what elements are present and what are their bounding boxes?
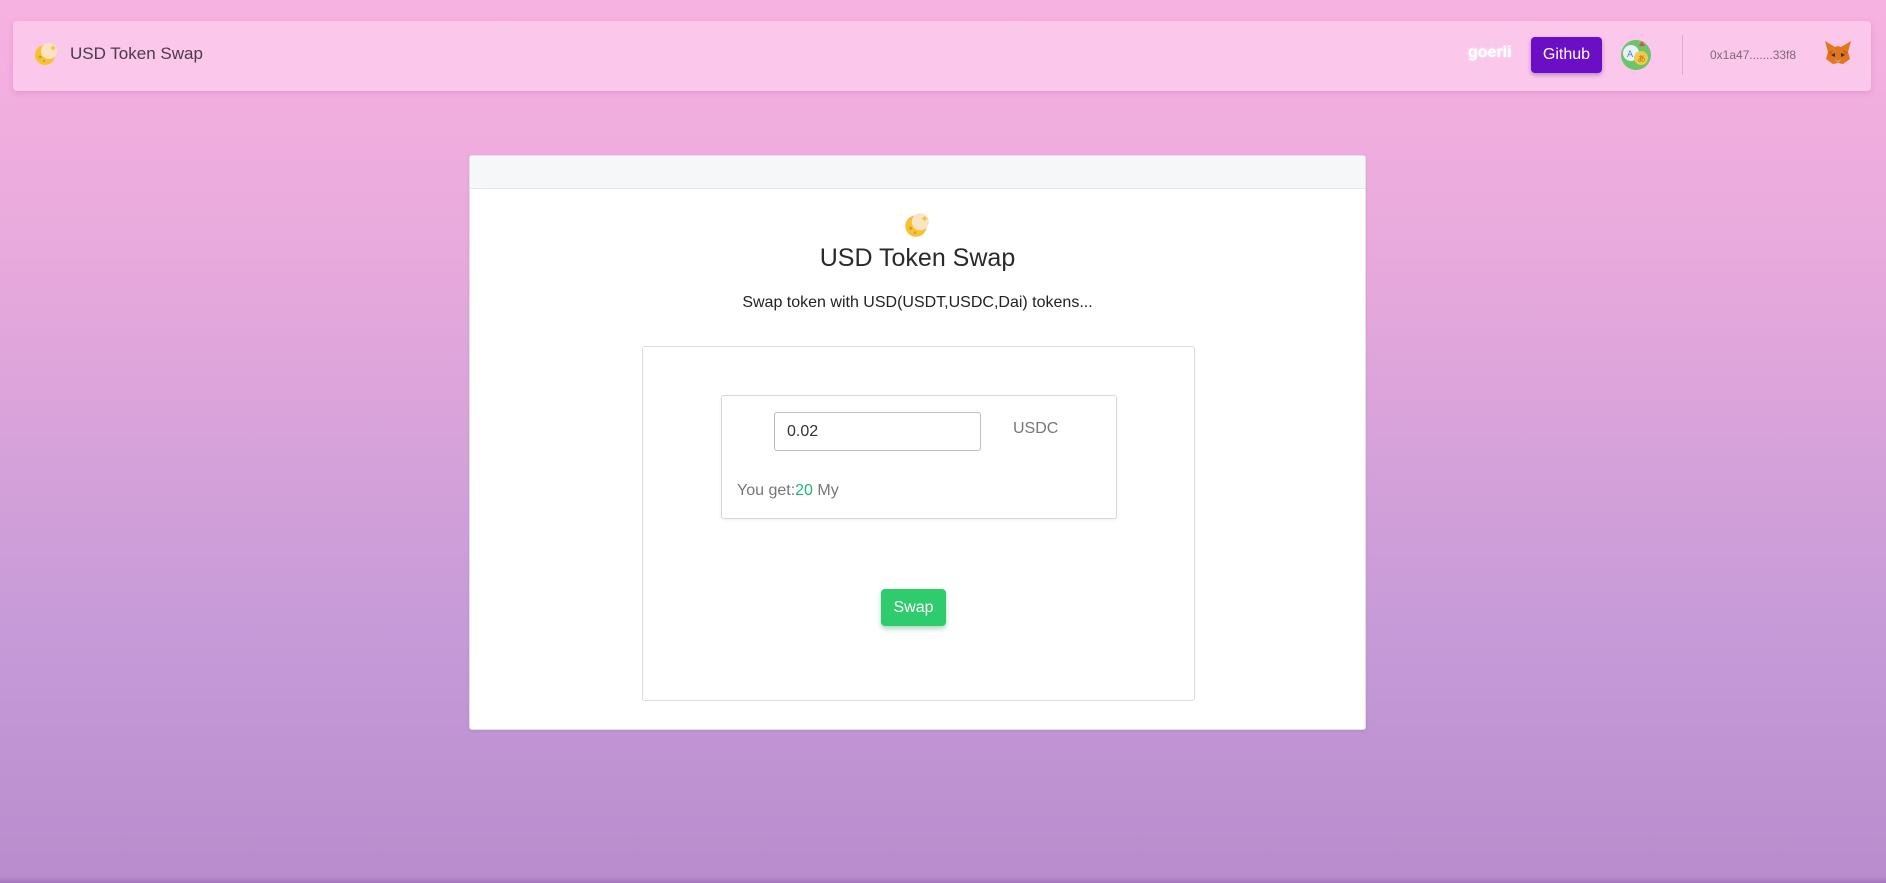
brand-title: USD Token Swap [70, 44, 203, 63]
page-title: USD Token Swap [819, 244, 1016, 272]
token-label: USDC [1013, 420, 1059, 437]
nav-divider [1682, 35, 1683, 75]
swap-card: USD Token Swap Swap token with USD(USDT,… [469, 155, 1366, 730]
translate-icon[interactable]: A あ [1620, 39, 1652, 71]
top-navbar: USD Token Swap goerli Github A あ 0x1a47.… [13, 21, 1871, 91]
moon-logo-icon [35, 43, 57, 65]
amount-box: USDC You get:20 My [721, 395, 1117, 519]
you-get-amount: 20 [795, 482, 813, 499]
moon-logo-icon [905, 213, 929, 237]
swap-button[interactable]: Swap [881, 589, 946, 626]
svg-text:A: A [1627, 50, 1634, 60]
github-button[interactable]: Github [1531, 37, 1602, 73]
card-header [470, 156, 1365, 189]
swap-panel: USDC You get:20 My Swap [642, 346, 1195, 701]
svg-text:あ: あ [1638, 55, 1646, 64]
page-subtitle: Swap token with USD(USDT,USDC,Dai) token… [742, 294, 1093, 311]
you-get-text: You get:20 My [737, 482, 839, 500]
metamask-fox-icon[interactable] [1823, 38, 1853, 68]
network-badge: goerli [1468, 44, 1512, 61]
amount-input[interactable] [774, 412, 981, 451]
wallet-address[interactable]: 0x1a47.......33f8 [1710, 48, 1796, 62]
page-bottom-edge [0, 877, 1886, 883]
you-get-label: You get: [737, 482, 796, 499]
brand[interactable]: USD Token Swap [31, 40, 203, 68]
you-get-unit: My [817, 482, 839, 499]
